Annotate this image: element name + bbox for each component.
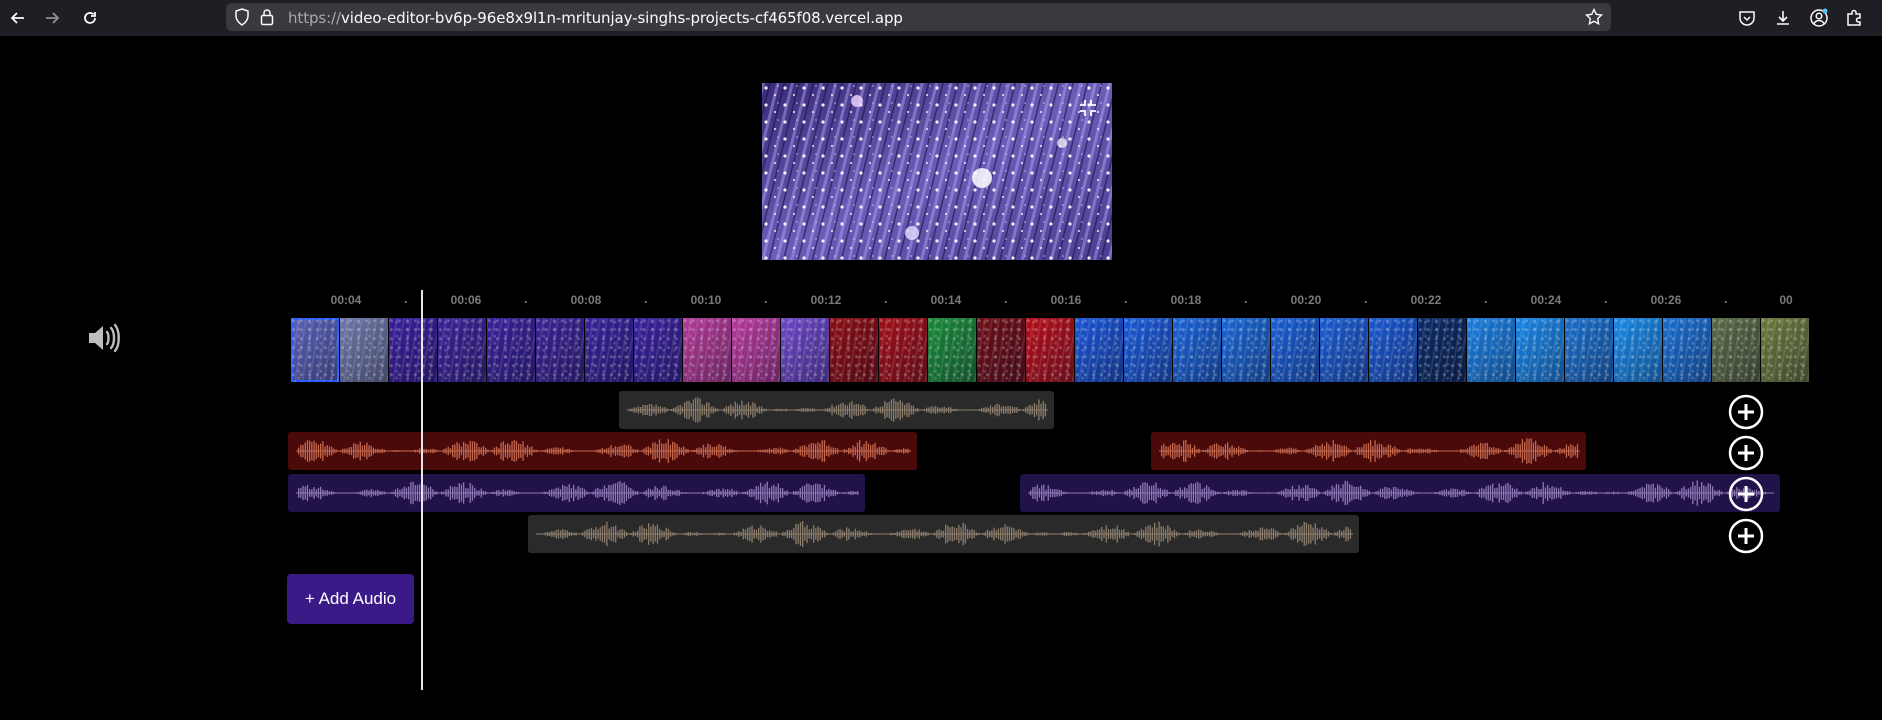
- add-to-track-1-button[interactable]: [1728, 394, 1764, 430]
- filmstrip-frame[interactable]: [928, 318, 976, 382]
- ruler-tick-label: 00:16: [1050, 293, 1082, 307]
- ruler-tick-dot: .: [1244, 291, 1248, 306]
- ruler-tick-label: 00:04: [330, 293, 362, 307]
- ruler-tick-dot: .: [884, 291, 888, 306]
- add-to-track-4-button[interactable]: [1728, 518, 1764, 554]
- audio-waveform: [1028, 480, 1774, 506]
- filmstrip-frame[interactable]: [634, 318, 682, 382]
- ruler-tick-label: 00: [1779, 293, 1793, 307]
- filmstrip-frame[interactable]: [732, 318, 780, 382]
- ruler-tick-dot: .: [764, 291, 768, 306]
- ruler-tick-label: 00:22: [1410, 293, 1442, 307]
- ruler-tick-dot: .: [1604, 291, 1608, 306]
- ruler-tick-label: 00:12: [810, 293, 842, 307]
- filmstrip-frame[interactable]: [1663, 318, 1711, 382]
- audio-clip[interactable]: [619, 391, 1054, 429]
- filmstrip-frame[interactable]: [1124, 318, 1172, 382]
- filmstrip-frame[interactable]: [1467, 318, 1515, 382]
- url-text: https://video-editor-bv6p-96e8x9l1n-mrit…: [288, 9, 903, 27]
- audio-waveform: [296, 439, 911, 463]
- filmstrip-frame[interactable]: [291, 318, 339, 382]
- shield-icon[interactable]: [234, 8, 250, 31]
- download-icon[interactable]: [1771, 6, 1795, 30]
- filmstrip-frame[interactable]: [977, 318, 1025, 382]
- audio-waveform: [296, 481, 859, 505]
- audio-clip[interactable]: [288, 432, 917, 470]
- audio-waveform: [536, 521, 1353, 547]
- filmstrip-frame[interactable]: [585, 318, 633, 382]
- filmstrip-frame[interactable]: [1026, 318, 1074, 382]
- ruler-tick-label: 00:08: [570, 293, 602, 307]
- bookmark-star-icon[interactable]: [1584, 7, 1604, 31]
- extensions-icon[interactable]: [1842, 6, 1866, 30]
- account-icon[interactable]: [1807, 6, 1831, 30]
- filmstrip-frame[interactable]: [1075, 318, 1123, 382]
- ruler-tick-dot: .: [1484, 291, 1488, 306]
- address-bar[interactable]: https://video-editor-bv6p-96e8x9l1n-mrit…: [226, 3, 1611, 31]
- forward-icon[interactable]: [40, 6, 64, 30]
- volume-icon[interactable]: [86, 322, 120, 354]
- filmstrip-frame[interactable]: [830, 318, 878, 382]
- pocket-icon[interactable]: [1735, 6, 1759, 30]
- audio-clip[interactable]: [288, 474, 865, 512]
- ruler-tick-dot: .: [1724, 291, 1728, 306]
- ruler-tick-label: 00:24: [1530, 293, 1562, 307]
- filmstrip-frame[interactable]: [1516, 318, 1564, 382]
- filmstrip-frame[interactable]: [1222, 318, 1270, 382]
- exit-fullscreen-icon[interactable]: [1078, 98, 1098, 118]
- browser-toolbar: https://video-editor-bv6p-96e8x9l1n-mrit…: [0, 0, 1882, 36]
- filmstrip-frame[interactable]: [683, 318, 731, 382]
- filmstrip-frame[interactable]: [389, 318, 437, 382]
- filmstrip-frame[interactable]: [1712, 318, 1760, 382]
- filmstrip-frame[interactable]: [1320, 318, 1368, 382]
- filmstrip-frame[interactable]: [438, 318, 486, 382]
- audio-waveform: [1159, 438, 1580, 464]
- filmstrip-frame[interactable]: [1565, 318, 1613, 382]
- filmstrip-frame[interactable]: [1761, 318, 1809, 382]
- reload-icon[interactable]: [78, 6, 102, 30]
- add-audio-button[interactable]: + Add Audio: [287, 574, 414, 624]
- ruler-tick-label: 00:26: [1650, 293, 1682, 307]
- filmstrip-frame[interactable]: [1614, 318, 1662, 382]
- ruler-tick-dot: .: [1364, 291, 1368, 306]
- video-frame-image: [762, 83, 1112, 260]
- lock-icon[interactable]: [260, 8, 274, 31]
- filmstrip-frame[interactable]: [1418, 318, 1466, 382]
- playhead[interactable]: [421, 290, 423, 690]
- ruler-tick-dot: .: [1124, 291, 1128, 306]
- audio-clip[interactable]: [528, 515, 1359, 553]
- filmstrip-frame[interactable]: [1173, 318, 1221, 382]
- ruler-tick-label: 00:10: [690, 293, 722, 307]
- ruler-tick-dot: .: [524, 291, 528, 306]
- video-preview[interactable]: [762, 83, 1112, 260]
- filmstrip-frame[interactable]: [340, 318, 388, 382]
- video-filmstrip[interactable]: [291, 318, 1810, 382]
- ruler-tick-dot: .: [644, 291, 648, 306]
- filmstrip-frame[interactable]: [536, 318, 584, 382]
- add-to-track-3-button[interactable]: [1728, 476, 1764, 512]
- add-to-track-2-button[interactable]: [1728, 435, 1764, 471]
- ruler-tick-label: 00:18: [1170, 293, 1202, 307]
- back-icon[interactable]: [6, 6, 30, 30]
- ruler-tick-label: 00:06: [450, 293, 482, 307]
- filmstrip-frame[interactable]: [879, 318, 927, 382]
- filmstrip-frame[interactable]: [781, 318, 829, 382]
- filmstrip-frame[interactable]: [487, 318, 535, 382]
- filmstrip-frame[interactable]: [1271, 318, 1319, 382]
- ruler-tick-label: 00:14: [930, 293, 962, 307]
- audio-waveform: [627, 397, 1048, 423]
- audio-clip[interactable]: [1151, 432, 1586, 470]
- ruler-tick-dot: .: [404, 291, 408, 306]
- ruler-tick-dot: .: [1004, 291, 1008, 306]
- ruler-tick-label: 00:20: [1290, 293, 1322, 307]
- audio-clip[interactable]: [1020, 474, 1780, 512]
- filmstrip-frame[interactable]: [1369, 318, 1417, 382]
